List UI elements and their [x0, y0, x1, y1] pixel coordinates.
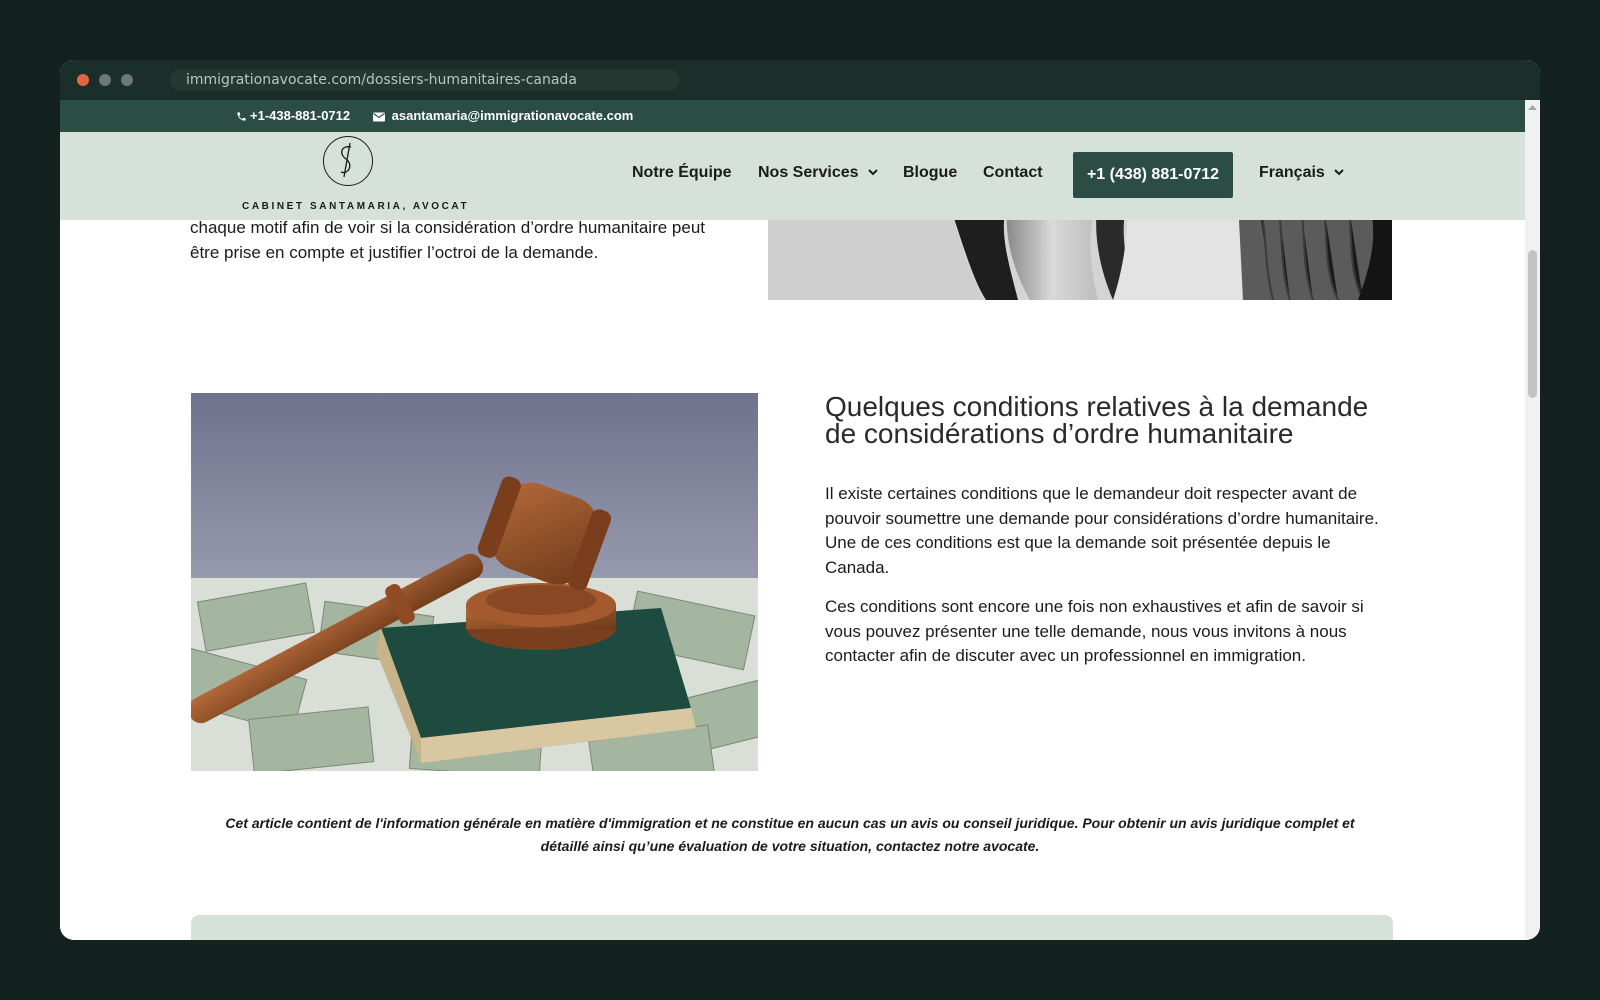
nav-item-contact[interactable]: Contact — [983, 164, 1043, 182]
maximize-window-button[interactable] — [121, 74, 133, 86]
browser-chrome: immigrationavocate.com/dossiers-humanita… — [60, 60, 1540, 100]
nav-item-nos-services-label: Nos Services — [758, 164, 859, 181]
vertical-scrollbar[interactable] — [1525, 100, 1540, 940]
contact-topbar: +1-438-881-0712 asantamaria@immigrationa… — [60, 100, 1525, 132]
topbar-email: asantamaria@immigrationavocate.com — [391, 108, 634, 123]
page-viewport: chaque motif afin de voir si la considér… — [60, 100, 1540, 940]
chevron-down-icon — [867, 169, 878, 176]
language-label: Français — [1259, 164, 1325, 181]
topbar-phone-link[interactable]: +1-438-881-0712 — [236, 100, 350, 132]
gavel-book-photo — [191, 393, 758, 771]
nav-item-nos-services[interactable]: Nos Services — [758, 164, 878, 182]
phone-icon — [237, 112, 246, 121]
section-heading: Quelques conditions relatives à la deman… — [825, 391, 1369, 449]
envelope-icon — [373, 112, 385, 122]
scrollbar-thumb[interactable] — [1528, 250, 1537, 398]
conditions-paragraph-1: Il existe certaines conditions que le de… — [825, 484, 1379, 577]
main-navigation: CABINET SANTAMARIA, AVOCAT Notre Équipe … — [60, 132, 1525, 220]
contact-box — [191, 915, 1393, 940]
phone-cta-button[interactable]: +1 (438) 881-0712 — [1073, 152, 1233, 198]
logo-text: CABINET SANTAMARIA, AVOCAT — [242, 201, 470, 212]
conditions-paragraph-2: Ces conditions sont encore une fois non … — [825, 597, 1364, 665]
minimize-window-button[interactable] — [99, 74, 111, 86]
site-logo[interactable]: CABINET SANTAMARIA, AVOCAT — [242, 136, 467, 216]
main-content: chaque motif afin de voir si la considér… — [60, 100, 1525, 940]
intro-paragraph: chaque motif afin de voir si la considér… — [190, 218, 706, 262]
scroll-up-arrow-icon[interactable] — [1528, 104, 1537, 111]
topbar-email-link[interactable]: asantamaria@immigrationavocate.com — [373, 100, 633, 132]
legal-disclaimer: Cet article contient de l'information gé… — [225, 815, 1355, 854]
language-selector[interactable]: Français — [1259, 164, 1344, 182]
browser-window: immigrationavocate.com/dossiers-humanita… — [60, 60, 1540, 940]
topbar-phone: +1-438-881-0712 — [250, 108, 351, 123]
nav-item-notre-equipe[interactable]: Notre Équipe — [632, 164, 732, 182]
nav-item-blogue[interactable]: Blogue — [903, 164, 957, 182]
logo-monogram — [323, 136, 373, 186]
close-window-button[interactable] — [77, 74, 89, 86]
address-bar[interactable]: immigrationavocate.com/dossiers-humanita… — [170, 69, 680, 91]
chevron-down-icon — [1334, 169, 1344, 176]
